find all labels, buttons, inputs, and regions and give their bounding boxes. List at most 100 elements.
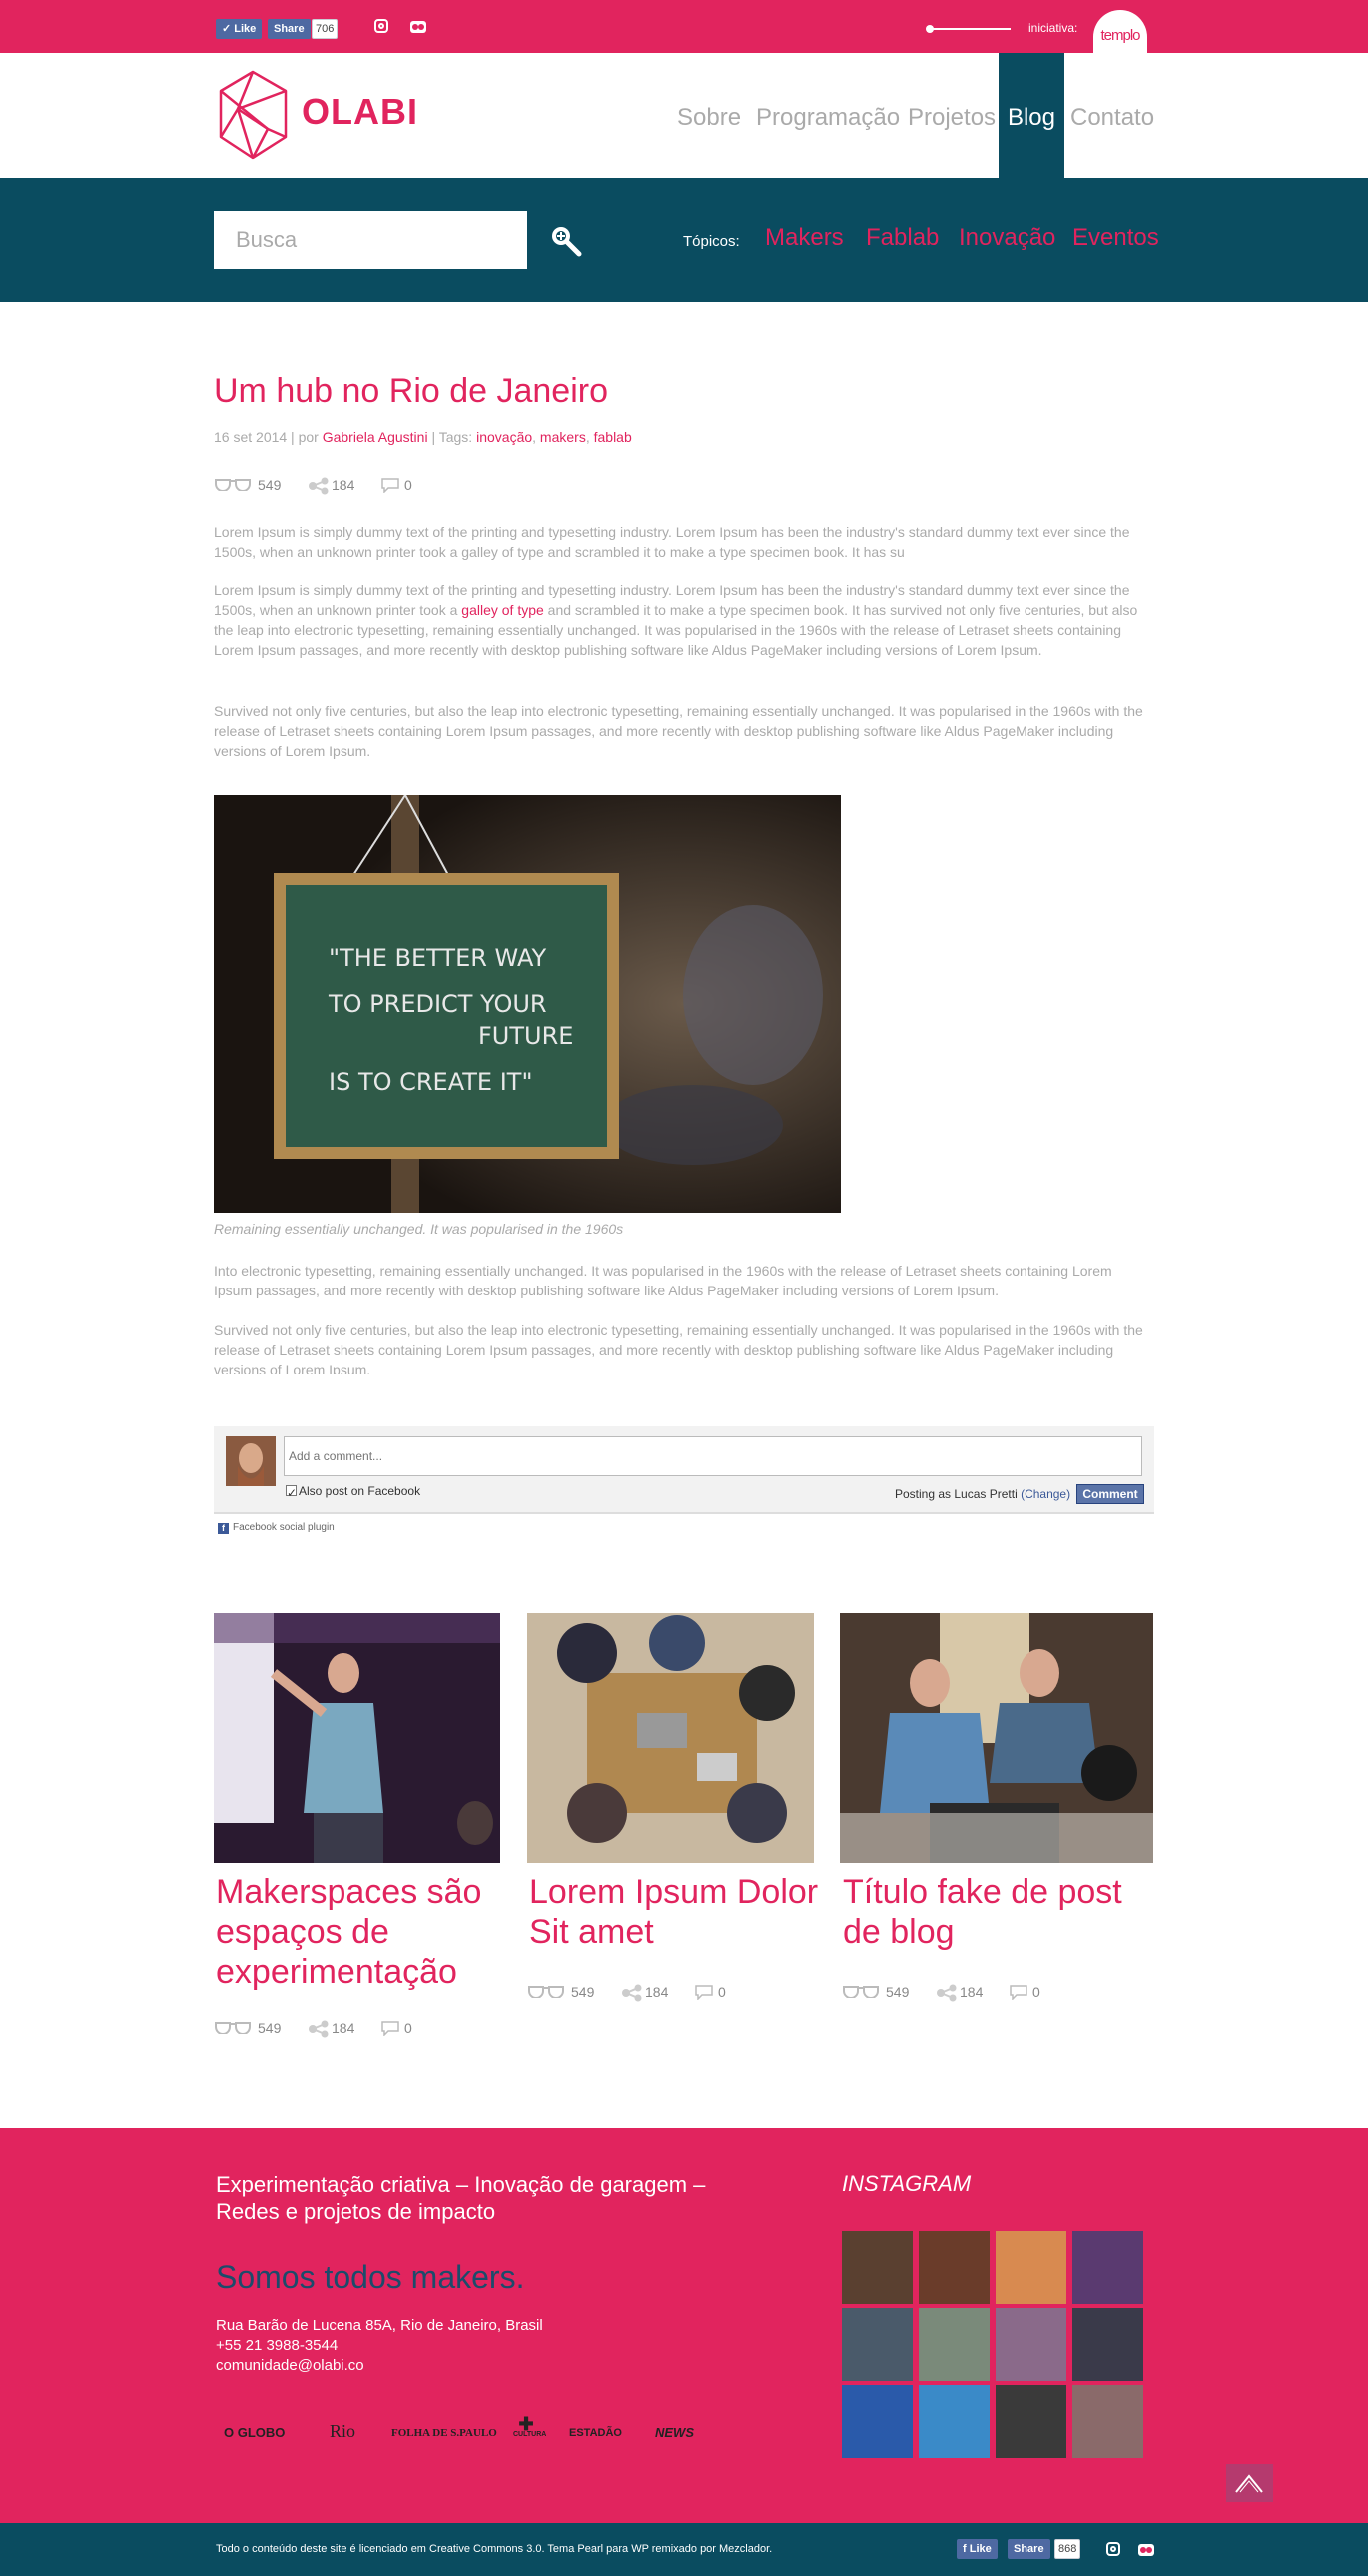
nav-blog[interactable]: Blog <box>999 53 1064 178</box>
views-stat: 549 <box>527 1982 597 2002</box>
comments-stat: 0 <box>694 1982 734 2002</box>
partner-logo-rio[interactable]: Rio <box>330 2421 355 2442</box>
comments-count: 0 <box>1032 1984 1040 2000</box>
facebook-like-button[interactable]: ✓ Like <box>216 19 263 39</box>
topic-inovacao[interactable]: Inovação <box>959 224 1055 252</box>
plugin-label-text: Facebook social plugin <box>233 1522 335 1533</box>
facebook-icon: f <box>218 1523 229 1534</box>
search-input[interactable] <box>214 211 527 269</box>
nav-programacao[interactable]: Programação <box>756 53 900 178</box>
facebook-share-button[interactable]: Share <box>268 19 311 39</box>
instagram-title: INSTAGRAM <box>842 2171 972 2196</box>
instagram-thumbnail[interactable] <box>919 2231 990 2304</box>
comment-icon <box>1010 1985 1027 2000</box>
instagram-thumbnail[interactable] <box>842 2231 913 2304</box>
article-paragraph: Lorem Ipsum is simply dummy text of the … <box>214 524 1130 560</box>
related-post-title[interactable]: Lorem Ipsum Dolor Sit amet <box>529 1872 819 1952</box>
article-meta: 16 set 2014 | por Gabriela Agustini | Ta… <box>214 429 632 445</box>
site-footer: Experimentação criativa – Inovação de ga… <box>0 2128 1368 2523</box>
chalkboard-quote: "THE BETTER WAY TO PREDICT YOUR FUTURE I… <box>329 935 578 1105</box>
topic-eventos[interactable]: Eventos <box>1072 224 1159 252</box>
views-stat: 549 <box>214 475 284 495</box>
instagram-icon[interactable] <box>1106 2542 1120 2556</box>
views-count: 549 <box>571 1984 595 2000</box>
nav-contato[interactable]: Contato <box>1070 53 1154 178</box>
shares-count: 184 <box>332 477 355 493</box>
footer-email[interactable]: comunidade@olabi.co <box>216 2357 364 2374</box>
checkbox-checked-icon[interactable]: ✓ <box>286 1485 297 1500</box>
shares-stat: 184 <box>308 2018 367 2038</box>
quote-line: IS TO CREATE IT" <box>329 1068 533 1096</box>
comments-stat: 0 <box>380 2018 420 2038</box>
related-post-image[interactable] <box>840 1613 1153 1863</box>
instagram-thumbnail[interactable] <box>1072 2231 1143 2304</box>
nav-projetos[interactable]: Projetos <box>908 53 996 178</box>
comments-stat: 0 <box>380 475 420 495</box>
article-paragraph: Survived not only five centuries, but al… <box>214 703 1143 759</box>
related-post-title[interactable]: Título fake de post de blog <box>843 1872 1132 1952</box>
templo-logo[interactable]: templo <box>1093 10 1147 53</box>
partner-logo-news[interactable]: NEWS <box>655 2425 694 2440</box>
site-header: OLABI Sobre Programação Projetos Blog Co… <box>0 53 1368 178</box>
facebook-plugin-label[interactable]: f Facebook social plugin <box>218 1522 335 1534</box>
topics-label: Tópicos: <box>683 233 740 250</box>
related-post-title[interactable]: Makerspaces são espaços de experimentaçã… <box>216 1872 505 1992</box>
nav-sobre[interactable]: Sobre <box>677 53 741 178</box>
share-icon <box>309 2020 329 2038</box>
instagram-thumbnail[interactable] <box>996 2385 1066 2458</box>
partner-logo-oglobo[interactable]: O GLOBO <box>224 2425 285 2440</box>
topic-fablab[interactable]: Fablab <box>866 224 939 252</box>
related-post-image[interactable] <box>527 1613 814 1863</box>
footer-slogan: Somos todos makers. <box>216 2259 525 2295</box>
chevron-up-icon <box>1235 2474 1263 2493</box>
views-stat: 549 <box>214 2018 284 2038</box>
posting-as: Posting as Lucas Pretti (Change) <box>895 1487 1070 1501</box>
facebook-like-button[interactable]: f Like <box>957 2539 998 2559</box>
galley-link[interactable]: galley of type <box>461 602 544 618</box>
instagram-thumbnail[interactable] <box>996 2231 1066 2304</box>
partner-logo-estadao[interactable]: ESTADÃO <box>569 2427 622 2439</box>
instagram-thumbnail[interactable] <box>1072 2385 1143 2458</box>
partner-logo-cultura[interactable]: ✚ CULTURA <box>513 2415 546 2438</box>
comments-count: 0 <box>404 2020 412 2036</box>
back-to-top-button[interactable] <box>1226 2464 1273 2502</box>
change-link[interactable]: (Change) <box>1021 1487 1070 1501</box>
search-icon[interactable] <box>549 224 583 258</box>
flickr-icon[interactable] <box>1138 2544 1154 2556</box>
instagram-thumbnail[interactable] <box>842 2385 913 2458</box>
instagram-thumbnail[interactable] <box>919 2308 990 2381</box>
logo-text[interactable]: OLABI <box>302 91 418 133</box>
comments-count: 0 <box>404 477 412 493</box>
comment-icon <box>381 2021 399 2036</box>
comment-button[interactable]: Comment <box>1076 1484 1144 1504</box>
related-post-image[interactable] <box>214 1613 500 1863</box>
partner-logo-folha[interactable]: FOLHA DE S.PAULO <box>391 2427 497 2439</box>
facebook-share-button[interactable]: Share <box>1008 2539 1050 2559</box>
shares-stat: 184 <box>621 1982 681 2002</box>
tag-link[interactable]: fablab <box>594 429 632 445</box>
instagram-thumbnail[interactable] <box>1072 2308 1143 2381</box>
instagram-thumbnail[interactable] <box>996 2308 1066 2381</box>
also-post-checkbox[interactable]: ✓ Also post on Facebook <box>286 1484 420 1500</box>
slider-knob[interactable] <box>926 25 934 33</box>
quote-line: "THE BETTER WAY <box>329 944 547 972</box>
comment-input[interactable] <box>284 1436 1142 1476</box>
iniciativa-label: iniciativa: <box>1028 21 1078 35</box>
article-paragraph: Lorem Ipsum is simply dummy text of the … <box>214 580 1152 660</box>
instagram-thumbnail[interactable] <box>842 2308 913 2381</box>
instagram-icon[interactable] <box>374 19 388 33</box>
tag-link[interactable]: inovação <box>476 429 532 445</box>
flickr-icon[interactable] <box>410 21 426 33</box>
topic-makers[interactable]: Makers <box>765 224 844 252</box>
instagram-thumbnail[interactable] <box>919 2385 990 2458</box>
partner-cultura-label: CULTURA <box>513 2431 547 2438</box>
olabi-logo-icon[interactable] <box>216 69 291 161</box>
posting-as-label: Posting as Lucas Pretti <box>895 1487 1018 1501</box>
comments-stat: 0 <box>1009 1982 1048 2002</box>
author-link[interactable]: Gabriela Agustini <box>323 429 428 445</box>
article-date: 16 set 2014 <box>214 429 288 445</box>
comments-count: 0 <box>718 1984 726 2000</box>
footer-tagline: Experimentação criativa – Inovação de ga… <box>216 2172 706 2224</box>
tag-link[interactable]: makers <box>540 429 586 445</box>
slider-track[interactable] <box>929 28 1011 30</box>
